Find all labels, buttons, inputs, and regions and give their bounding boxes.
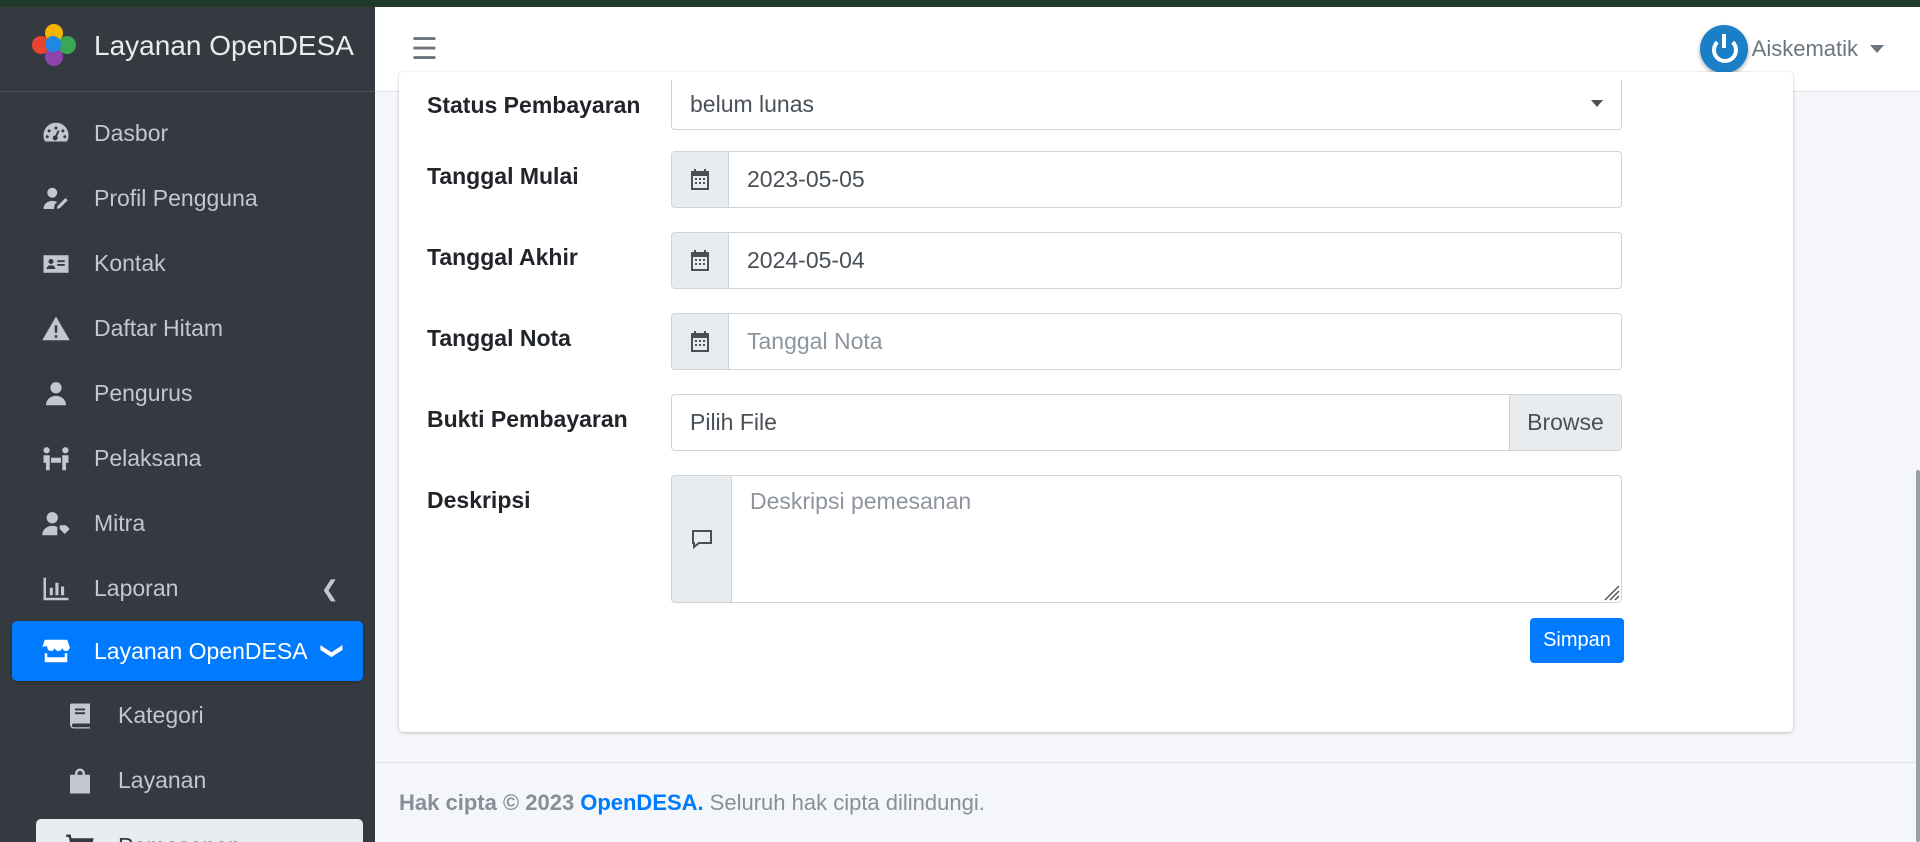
shopping-bag-icon [64, 765, 96, 797]
sidebar-item-label: Pengurus [94, 380, 193, 406]
caret-down-icon [1870, 45, 1884, 53]
top-strip [0, 0, 1920, 7]
sidebar-item-pelaksana[interactable]: Pelaksana [0, 426, 375, 491]
sidebar-item-label: Pelaksana [94, 445, 202, 471]
sidebar-item-pemesanan[interactable]: Pemesanan [36, 819, 363, 842]
proof-label: Bukti Pembayaran [427, 406, 628, 432]
form-row-start-date: Tanggal Mulai 2023-05-05 [427, 151, 1622, 208]
end-date-value: 2024-05-04 [747, 247, 865, 273]
calendar-icon [672, 152, 729, 207]
form-row-proof: Bukti Pembayaran Pilih File Browse [427, 394, 1622, 451]
calendar-icon [672, 314, 729, 369]
sidebar-item-label: Layanan OpenDESA [94, 637, 308, 664]
warning-icon [40, 313, 72, 345]
sidebar-nav: Dasbor Profil Pengguna Kontak Daftar Hit… [0, 92, 375, 842]
form-row-description: Deskripsi Deskripsi pemesanan [427, 475, 1622, 603]
book-icon [64, 700, 96, 732]
brand-logo [30, 22, 78, 70]
sidebar-item-label: Daftar Hitam [94, 315, 224, 341]
description-label: Deskripsi [427, 487, 531, 513]
start-date-value: 2023-05-05 [747, 166, 865, 192]
sidebar-item-label: Kategori [118, 702, 204, 728]
sidebar-item-layanan-opendesa[interactable]: Layanan OpenDESA ❮ [12, 621, 363, 681]
menu-toggle-icon[interactable]: ☰ [411, 32, 438, 67]
chart-bar-icon [40, 573, 72, 605]
user-tie-icon [40, 378, 72, 410]
form-row-status: Status Pembayaran belum lunas [427, 80, 1622, 130]
sidebar-item-label: Laporan [94, 575, 179, 601]
status-select[interactable]: belum lunas [671, 80, 1622, 130]
description-placeholder: Deskripsi pemesanan [750, 488, 972, 514]
user-menu[interactable]: Aiskematik [1699, 25, 1884, 73]
note-date-input[interactable]: Tanggal Nota [671, 313, 1622, 370]
brand-name: Layanan OpenDESA [94, 29, 354, 61]
select-caret-icon [1591, 100, 1603, 107]
sidebar-item-label: Layanan [118, 767, 207, 793]
status-label: Status Pembayaran [427, 92, 641, 118]
chevron-left-icon: ❮ [320, 575, 339, 601]
sidebar-item-profil[interactable]: Profil Pengguna [0, 166, 375, 231]
save-button[interactable]: Simpan [1530, 618, 1624, 663]
sidebar-item-pengurus[interactable]: Pengurus [0, 361, 375, 426]
description-textarea[interactable]: Deskripsi pemesanan [671, 475, 1622, 603]
chevron-down-icon: ❮ [316, 641, 342, 661]
start-date-input[interactable]: 2023-05-05 [671, 151, 1622, 208]
sidebar-item-laporan[interactable]: Laporan ❮ [0, 556, 375, 621]
people-carry-icon [40, 443, 72, 475]
resize-handle-icon[interactable] [1600, 581, 1620, 601]
copyright-text: Hak cipta © 2023 [399, 789, 575, 815]
sidebar-item-label: Dasbor [94, 120, 169, 146]
sidebar-item-dasbor[interactable]: Dasbor [0, 101, 375, 166]
page-scrollbar[interactable] [1916, 470, 1920, 842]
tachometer-icon [40, 118, 72, 150]
sidebar-item-label: Pemesanan [118, 833, 241, 842]
store-icon [40, 635, 72, 667]
order-form-card: Status Pembayaran belum lunas Tanggal Mu… [399, 72, 1793, 732]
calendar-icon [672, 233, 729, 288]
start-date-label: Tanggal Mulai [427, 163, 579, 189]
end-date-input[interactable]: 2024-05-04 [671, 232, 1622, 289]
end-date-label: Tanggal Akhir [427, 244, 578, 270]
rights-text: Seluruh hak cipta dilindungi. [709, 789, 985, 815]
main-content: Status Pembayaran belum lunas Tanggal Mu… [375, 72, 1920, 842]
cart-icon [64, 831, 96, 842]
comment-icon [672, 476, 732, 602]
form-row-note-date: Tanggal Nota Tanggal Nota [427, 313, 1622, 370]
user-name: Aiskematik [1751, 36, 1858, 61]
sidebar-item-daftar-hitam[interactable]: Daftar Hitam [0, 296, 375, 361]
user-avatar [1699, 25, 1748, 73]
user-tag-icon [40, 508, 72, 540]
proof-file-input[interactable]: Pilih File Browse [671, 394, 1622, 451]
sidebar-item-layanan[interactable]: Layanan [0, 748, 375, 813]
sidebar-item-label: Kontak [94, 250, 166, 276]
sidebar-item-kategori[interactable]: Kategori [0, 683, 375, 748]
address-card-icon [40, 248, 72, 280]
opendesa-link[interactable]: OpenDESA. [580, 790, 703, 816]
form-row-end-date: Tanggal Akhir 2024-05-04 [427, 232, 1622, 289]
sidebar-item-label: Profil Pengguna [94, 185, 258, 211]
note-date-placeholder: Tanggal Nota [747, 328, 883, 354]
sidebar-item-kontak[interactable]: Kontak [0, 231, 375, 296]
footer: Hak cipta © 2023 OpenDESA. Seluruh hak c… [375, 762, 1920, 842]
sidebar-item-mitra[interactable]: Mitra [0, 491, 375, 556]
sidebar-item-label: Mitra [94, 510, 146, 536]
proof-file-value: Pilih File [690, 409, 777, 435]
note-date-label: Tanggal Nota [427, 325, 571, 351]
status-value: belum lunas [690, 91, 815, 117]
sidebar: Layanan OpenDESA Dasbor Profil Pengguna … [0, 0, 375, 842]
brand[interactable]: Layanan OpenDESA [0, 0, 375, 92]
browse-button[interactable]: Browse [1509, 395, 1621, 450]
user-edit-icon [40, 183, 72, 215]
